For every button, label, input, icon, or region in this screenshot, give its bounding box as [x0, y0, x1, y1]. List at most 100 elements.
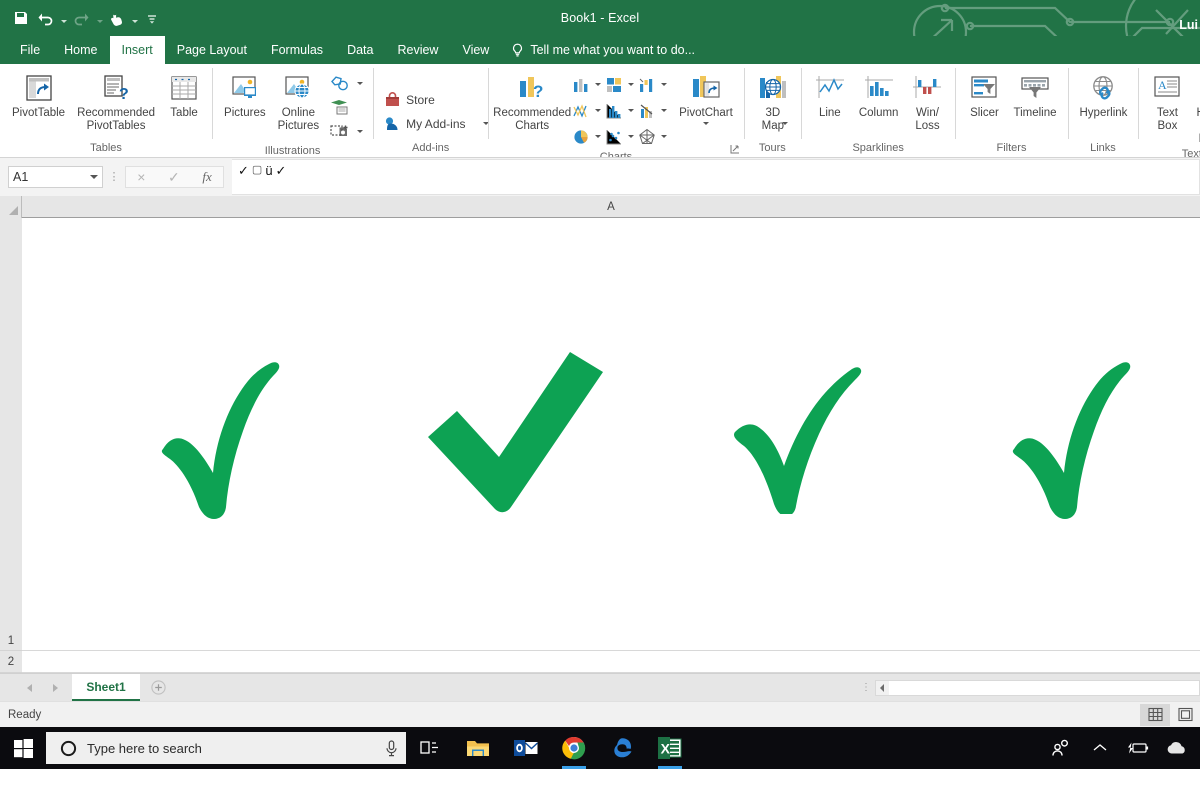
add-sheet-button[interactable]: [140, 680, 176, 695]
scatter-line-chart-dropdown-icon[interactable]: [595, 109, 602, 112]
insert-function-button[interactable]: fx: [202, 169, 211, 185]
cancel-formula-button[interactable]: ×: [137, 169, 145, 185]
formula-input[interactable]: ✓ ▢ ü ✓: [232, 159, 1200, 195]
row-header-1[interactable]: 1: [0, 218, 22, 651]
tab-home[interactable]: Home: [52, 36, 109, 64]
tab-split-handle[interactable]: ⋮: [857, 683, 875, 693]
file-explorer-button[interactable]: [454, 727, 502, 769]
sparkline-column-button[interactable]: Column: [853, 69, 905, 120]
histogram-chart-button[interactable]: [603, 98, 636, 123]
page-layout-view-button[interactable]: [1170, 704, 1200, 726]
slicer-button[interactable]: Slicer: [961, 69, 1007, 120]
tab-insert[interactable]: Insert: [109, 36, 165, 64]
text-box-button[interactable]: A Text Box: [1144, 69, 1190, 133]
recommended-pivottables-button[interactable]: ? Recommended PivotTables: [71, 69, 161, 133]
microphone-icon[interactable]: [385, 739, 398, 757]
screenshot-dropdown-icon[interactable]: [357, 129, 364, 133]
combo-chart-button[interactable]: [636, 98, 669, 123]
3d-map-button[interactable]: 3D Map: [750, 69, 796, 138]
radar-chart-button[interactable]: [636, 124, 669, 149]
row-header-2[interactable]: 2: [0, 651, 22, 673]
recommended-pivottables-icon: ?: [101, 71, 131, 105]
excel-button[interactable]: X: [646, 727, 694, 769]
3d-map-dropdown-icon[interactable]: [781, 122, 788, 125]
tab-data[interactable]: Data: [335, 36, 385, 64]
select-all-button[interactable]: [0, 196, 22, 218]
cell-a1[interactable]: [22, 218, 1200, 651]
outlook-button[interactable]: [502, 727, 550, 769]
tell-me-box[interactable]: Tell me what you want to do...: [501, 36, 705, 64]
hyperlink-button[interactable]: Hyperlink: [1074, 69, 1134, 120]
sheet-tab-sheet1[interactable]: Sheet1: [72, 674, 140, 701]
scatter-line-chart-button[interactable]: [570, 98, 603, 123]
name-box-dropdown-icon[interactable]: [90, 175, 98, 179]
pivottable-button[interactable]: PivotTable: [6, 69, 71, 120]
battery-button[interactable]: [1120, 727, 1156, 769]
pivotchart-dropdown-icon[interactable]: [702, 122, 709, 125]
smartart-button[interactable]: [325, 95, 368, 119]
onedrive-button[interactable]: [1158, 727, 1194, 769]
shapes-button[interactable]: [325, 71, 368, 95]
chrome-button[interactable]: [550, 727, 598, 769]
tab-formulas[interactable]: Formulas: [259, 36, 335, 64]
task-view-button[interactable]: [406, 727, 454, 769]
my-add-ins-button[interactable]: My Add-ins: [379, 112, 493, 136]
group-label-links: Links: [1090, 142, 1116, 154]
search-input-placeholder[interactable]: Type here to search: [87, 741, 375, 756]
group-label-filters: Filters: [996, 142, 1027, 154]
people-button[interactable]: [1044, 727, 1080, 769]
user-name[interactable]: Lui: [1179, 18, 1198, 32]
cell-a2[interactable]: [22, 651, 1200, 673]
pivotchart-button[interactable]: PivotChart: [669, 69, 739, 125]
scatter-chart-button[interactable]: [603, 124, 636, 149]
prev-sheet-button[interactable]: [16, 677, 42, 699]
scatter-line-chart-icon: [573, 103, 587, 118]
online-pictures-button[interactable]: Online Pictures: [272, 69, 326, 133]
waterfall-chart-dropdown-icon[interactable]: [661, 83, 668, 86]
shapes-icon: [331, 75, 349, 90]
start-button[interactable]: [0, 727, 46, 769]
enter-formula-button[interactable]: ✓: [168, 169, 180, 186]
horizontal-scrollbar[interactable]: [875, 679, 1200, 696]
slicer-icon: [968, 71, 1000, 105]
bar-chart-icon: [607, 77, 622, 92]
tab-view[interactable]: View: [450, 36, 501, 64]
charts-dialog-launcher[interactable]: [729, 144, 741, 156]
shapes-dropdown-icon[interactable]: [357, 81, 364, 85]
normal-view-button[interactable]: [1140, 703, 1170, 726]
pie-chart-dropdown-icon[interactable]: [595, 135, 602, 138]
column-chart-button[interactable]: [570, 72, 603, 97]
sparkline-line-button[interactable]: Line: [807, 69, 853, 120]
header-footer-button[interactable]: Header & Footer: [1190, 69, 1200, 146]
column-chart-dropdown-icon[interactable]: [595, 83, 602, 86]
table-label: Table: [170, 107, 198, 119]
screenshot-button[interactable]: [325, 119, 368, 143]
histogram-chart-dropdown-icon[interactable]: [628, 109, 635, 112]
timeline-button[interactable]: Timeline: [1007, 69, 1062, 120]
table-button[interactable]: Table: [161, 69, 207, 120]
store-button[interactable]: Store: [379, 88, 493, 112]
taskbar-search[interactable]: Type here to search: [46, 732, 406, 764]
scatter-chart-dropdown-icon[interactable]: [628, 135, 635, 138]
radar-chart-dropdown-icon[interactable]: [661, 135, 668, 138]
tab-file[interactable]: File: [8, 36, 52, 64]
bar-chart-dropdown-icon[interactable]: [628, 83, 635, 86]
edge-button[interactable]: [598, 727, 646, 769]
bar-chart-button[interactable]: [603, 72, 636, 97]
tab-page-layout[interactable]: Page Layout: [165, 36, 259, 64]
waterfall-chart-button[interactable]: [636, 72, 669, 97]
scroll-left-button[interactable]: [876, 680, 889, 695]
sparkline-winloss-label: Win/ Loss: [915, 107, 940, 132]
recommended-charts-button[interactable]: ? Recommended Charts: [493, 69, 571, 133]
show-hidden-icons-button[interactable]: [1082, 727, 1118, 769]
tab-review[interactable]: Review: [385, 36, 450, 64]
right-arrow-icon: [52, 683, 58, 692]
pie-chart-button[interactable]: [570, 124, 603, 149]
combo-chart-dropdown-icon[interactable]: [661, 109, 668, 112]
next-sheet-button[interactable]: [42, 677, 68, 699]
formula-bar-splitter[interactable]: ⋮: [103, 172, 125, 183]
pictures-button[interactable]: Pictures: [218, 69, 272, 120]
column-header-a[interactable]: A: [22, 196, 1200, 217]
sparkline-winloss-button[interactable]: Win/ Loss: [904, 69, 950, 133]
name-box[interactable]: A1: [8, 166, 103, 188]
